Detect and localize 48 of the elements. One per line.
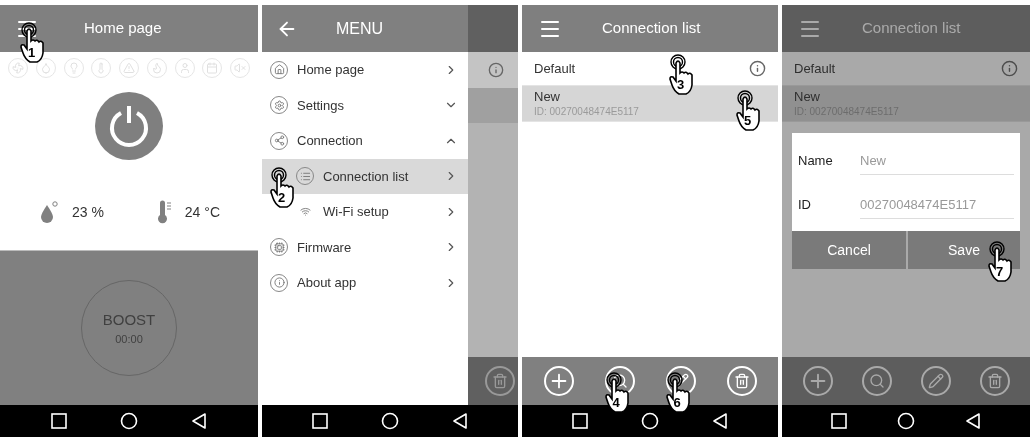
dimmed-row bbox=[468, 88, 518, 123]
boost-timer: 00:00 bbox=[115, 332, 143, 347]
connection-name: Default bbox=[794, 60, 837, 77]
back-triangle-icon[interactable] bbox=[191, 412, 208, 430]
header-title: Connection list bbox=[862, 18, 961, 39]
recent-apps-icon[interactable] bbox=[831, 413, 847, 429]
recent-apps-icon[interactable] bbox=[572, 413, 589, 429]
delete-button[interactable] bbox=[979, 366, 1010, 396]
edit-button[interactable] bbox=[920, 366, 951, 396]
home-circle-icon[interactable] bbox=[641, 412, 659, 430]
add-button[interactable] bbox=[802, 366, 833, 396]
connection-name: New bbox=[794, 89, 821, 105]
field-label: Name bbox=[798, 151, 834, 170]
back-triangle-icon[interactable] bbox=[711, 412, 728, 430]
menu-title: MENU bbox=[336, 18, 384, 39]
field-label: ID bbox=[798, 195, 812, 214]
step-number: 4 bbox=[612, 396, 620, 410]
menu-item[interactable]: Connection list bbox=[262, 158, 468, 194]
search-button[interactable] bbox=[861, 366, 892, 396]
connection-name: New bbox=[534, 89, 561, 105]
pencil-icon bbox=[927, 373, 944, 389]
header-title: Connection list bbox=[602, 18, 701, 39]
back-triangle-icon[interactable] bbox=[451, 412, 468, 430]
home-circle-icon[interactable] bbox=[381, 412, 399, 430]
home-circle-icon[interactable] bbox=[897, 412, 915, 430]
trash-icon bbox=[733, 373, 750, 389]
info-icon[interactable] bbox=[1001, 60, 1018, 77]
humidity-value: 23 % bbox=[72, 202, 104, 222]
trash-icon bbox=[986, 373, 1003, 389]
home-circle-icon[interactable] bbox=[120, 412, 138, 430]
dimmed-header bbox=[468, 5, 518, 52]
step-number: 6 bbox=[673, 396, 681, 410]
info-icon bbox=[488, 62, 504, 78]
back-triangle-icon[interactable] bbox=[965, 412, 981, 430]
dialog-button[interactable]: Cancel bbox=[792, 231, 906, 269]
delete-button[interactable] bbox=[726, 366, 757, 396]
step-number: 1 bbox=[28, 45, 36, 60]
search-icon bbox=[868, 373, 885, 389]
recent-apps-icon[interactable] bbox=[50, 413, 67, 429]
connection-name: Default bbox=[534, 60, 577, 77]
header-title: Home page bbox=[84, 18, 162, 39]
temperature-value: 24 °C bbox=[184, 202, 220, 222]
trash-icon bbox=[485, 366, 515, 396]
boost-label: BOOST bbox=[102, 309, 156, 330]
add-button[interactable] bbox=[543, 366, 574, 396]
info-icon[interactable] bbox=[749, 60, 766, 77]
humidity-drop-icon bbox=[38, 200, 60, 224]
recent-apps-icon[interactable] bbox=[312, 413, 329, 429]
